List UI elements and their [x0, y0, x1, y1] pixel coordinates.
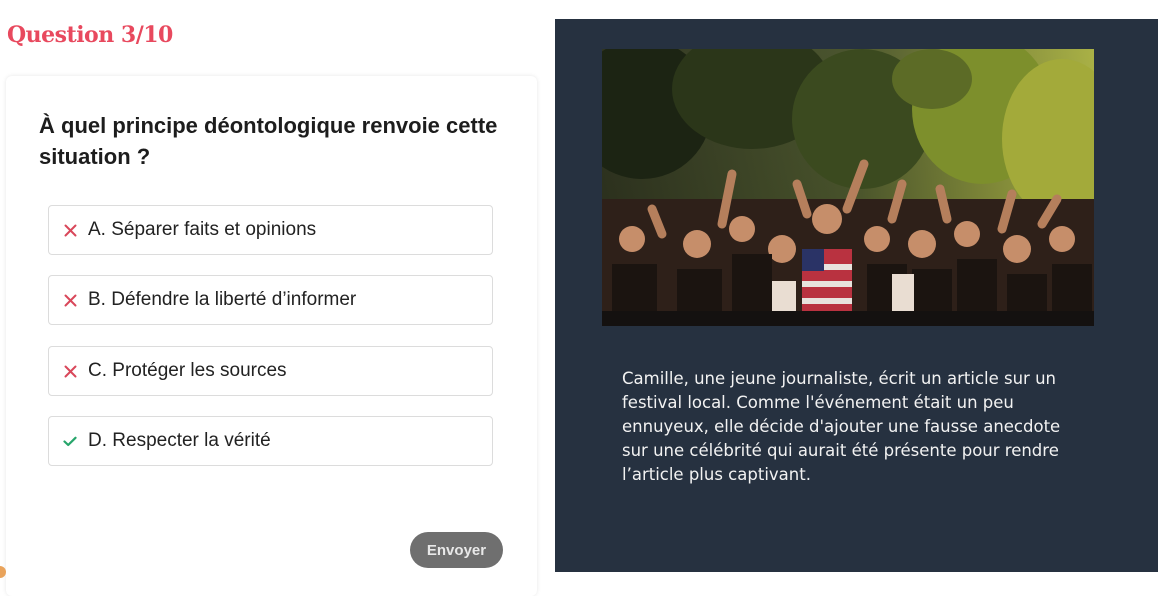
question-progress-heading: Question 3/10 [7, 22, 173, 48]
cross-icon [62, 294, 78, 307]
scenario-panel: Camille, une jeune journaliste, écrit un… [555, 19, 1158, 572]
checkmark-icon [62, 436, 78, 447]
submit-button[interactable]: Envoyer [410, 532, 503, 568]
question-text: À quel principe déontologique renvoie ce… [39, 113, 498, 169]
answer-option-label: A. Séparer faits et opinions [88, 219, 317, 240]
cross-icon [62, 224, 78, 237]
festival-crowd-photo [602, 49, 1094, 326]
answer-option-label: C. Protéger les sources [88, 360, 287, 381]
answer-option-label: B. Défendre la liberté d’informer [88, 289, 357, 310]
cross-icon [62, 365, 78, 378]
answer-option-a[interactable]: A. Séparer faits et opinions [48, 205, 493, 255]
answer-option-d[interactable]: D. Respecter la vérité [48, 416, 493, 466]
answer-option-c[interactable]: C. Protéger les sources [48, 346, 493, 396]
answer-option-b[interactable]: B. Défendre la liberté d’informer [48, 275, 493, 325]
answer-option-label: D. Respecter la vérité [88, 430, 271, 451]
scenario-text: Camille, une jeune journaliste, écrit un… [622, 369, 1061, 484]
quiz-card: À quel principe déontologique renvoie ce… [6, 76, 537, 596]
